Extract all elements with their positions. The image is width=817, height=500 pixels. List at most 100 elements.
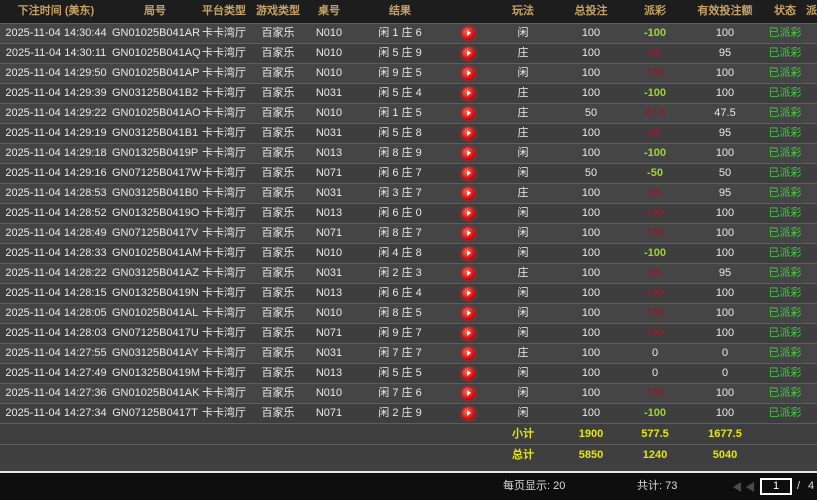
valid-bet: 47.5	[686, 104, 764, 124]
replay-cell	[448, 324, 488, 344]
prev-page-icon[interactable]	[746, 482, 754, 492]
bet-time: 2025-11-04 14:28:22	[0, 264, 112, 284]
round-id: GN01025B041AL	[112, 304, 198, 324]
game-type: 百家乐	[250, 384, 306, 404]
play-icon	[467, 330, 471, 336]
total-bet: 100	[558, 24, 624, 44]
valid-bet: 100	[686, 304, 764, 324]
round-id: GN01025B041AP	[112, 64, 198, 84]
play-icon	[467, 90, 471, 96]
game-type: 百家乐	[250, 324, 306, 344]
replay-button[interactable]	[462, 167, 475, 180]
result: 闲 2 庄 3	[352, 264, 448, 284]
game-type: 百家乐	[250, 284, 306, 304]
total-bet: 100	[558, 244, 624, 264]
replay-button[interactable]	[462, 67, 475, 80]
table-number: N010	[306, 64, 352, 84]
game-type: 百家乐	[250, 84, 306, 104]
replay-cell	[448, 384, 488, 404]
valid-bet: 100	[686, 244, 764, 264]
platform-type: 卡卡湾厅	[198, 324, 250, 344]
replay-button[interactable]	[462, 407, 475, 420]
replay-button[interactable]	[462, 187, 475, 200]
replay-cell	[448, 144, 488, 164]
play-icon	[467, 390, 471, 396]
table-number: N031	[306, 344, 352, 364]
play-icon	[467, 230, 471, 236]
replay-button[interactable]	[462, 307, 475, 320]
total-bet: 100	[558, 404, 624, 424]
game-type: 百家乐	[250, 304, 306, 324]
bet-time: 2025-11-04 14:29:22	[0, 104, 112, 124]
payout-time-clipped	[806, 104, 817, 124]
game-type: 百家乐	[250, 344, 306, 364]
result: 闲 1 庄 6	[352, 24, 448, 44]
round-id: GN03125B041B1	[112, 124, 198, 144]
table-row: 2025-11-04 14:27:36GN01025B041AK卡卡湾厅百家乐N…	[0, 384, 817, 404]
platform-type: 卡卡湾厅	[198, 124, 250, 144]
replay-button[interactable]	[462, 287, 475, 300]
bet-side: 闲	[488, 244, 558, 264]
payout: -100	[624, 84, 686, 104]
payout-time-clipped	[806, 384, 817, 404]
result: 闲 5 庄 9	[352, 44, 448, 64]
payout: 47.5	[624, 104, 686, 124]
first-page-icon[interactable]	[733, 482, 741, 492]
replay-cell	[448, 304, 488, 324]
bet-side: 庄	[488, 84, 558, 104]
valid-bet: 100	[686, 24, 764, 44]
bet-side: 庄	[488, 44, 558, 64]
payout-time-clipped	[806, 304, 817, 324]
status-badge: 已派彩	[764, 264, 806, 284]
table-row: 2025-11-04 14:28:33GN01025B041AM卡卡湾厅百家乐N…	[0, 244, 817, 264]
table-row: 2025-11-04 14:29:16GN07125B0417W卡卡湾厅百家乐N…	[0, 164, 817, 184]
col-payout-time-clipped: 派彩时间	[806, 0, 817, 24]
status-badge: 已派彩	[764, 144, 806, 164]
platform-type: 卡卡湾厅	[198, 84, 250, 104]
table-number: N031	[306, 184, 352, 204]
bet-time: 2025-11-04 14:29:16	[0, 164, 112, 184]
replay-button[interactable]	[462, 127, 475, 140]
total-bet: 100	[558, 64, 624, 84]
total-count-label: 共计: 73	[637, 479, 677, 494]
replay-button[interactable]	[462, 267, 475, 280]
replay-button[interactable]	[462, 147, 475, 160]
status-badge: 已派彩	[764, 124, 806, 144]
page-number-input[interactable]: 1	[760, 478, 792, 495]
replay-button[interactable]	[462, 387, 475, 400]
bet-side: 闲	[488, 224, 558, 244]
replay-button[interactable]	[462, 347, 475, 360]
replay-cell	[448, 104, 488, 124]
table-number: N010	[306, 24, 352, 44]
platform-type: 卡卡湾厅	[198, 184, 250, 204]
replay-button[interactable]	[462, 47, 475, 60]
replay-button[interactable]	[462, 247, 475, 260]
bet-side: 庄	[488, 264, 558, 284]
total-bet: 100	[558, 224, 624, 244]
round-id: GN07125B0417T	[112, 404, 198, 424]
bet-side: 闲	[488, 64, 558, 84]
replay-cell	[448, 44, 488, 64]
status-badge: 已派彩	[764, 304, 806, 324]
replay-button[interactable]	[462, 227, 475, 240]
replay-button[interactable]	[462, 367, 475, 380]
replay-button[interactable]	[462, 207, 475, 220]
replay-button[interactable]	[462, 107, 475, 120]
replay-button[interactable]	[462, 327, 475, 340]
round-id: GN07125B0417V	[112, 224, 198, 244]
table-row: 2025-11-04 14:30:44GN01025B041AR卡卡湾厅百家乐N…	[0, 24, 817, 44]
status-badge: 已派彩	[764, 164, 806, 184]
replay-button[interactable]	[462, 87, 475, 100]
status-badge: 已派彩	[764, 184, 806, 204]
replay-cell	[448, 124, 488, 144]
platform-type: 卡卡湾厅	[198, 104, 250, 124]
payout: -100	[624, 24, 686, 44]
payout-time-clipped	[806, 364, 817, 384]
result: 闲 6 庄 4	[352, 284, 448, 304]
table-row: 2025-11-04 14:28:53GN03125B041B0卡卡湾厅百家乐N…	[0, 184, 817, 204]
col-bet-time: 下注时间 (美东)	[0, 0, 112, 24]
replay-button[interactable]	[462, 27, 475, 40]
platform-type: 卡卡湾厅	[198, 24, 250, 44]
table-row: 2025-11-04 14:29:18GN01325B0419P卡卡湾厅百家乐N…	[0, 144, 817, 164]
platform-type: 卡卡湾厅	[198, 164, 250, 184]
